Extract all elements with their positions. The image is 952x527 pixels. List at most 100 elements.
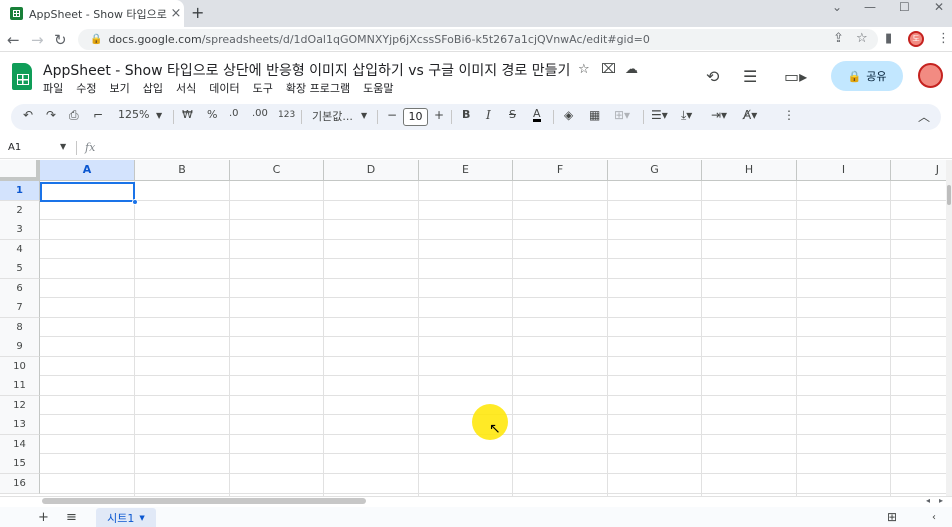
decrease-font-size-button[interactable]: − bbox=[387, 108, 397, 122]
star-icon[interactable]: ☆ bbox=[578, 62, 590, 77]
column-header[interactable]: H bbox=[702, 160, 797, 181]
column-header[interactable]: C bbox=[230, 160, 324, 181]
column-header[interactable]: B bbox=[135, 160, 230, 181]
move-folder-icon[interactable]: ⌧ bbox=[601, 62, 616, 77]
row-header[interactable]: 6 bbox=[0, 279, 40, 299]
row-header[interactable]: 7 bbox=[0, 298, 40, 318]
bookmark-star-icon[interactable]: ☆ bbox=[856, 31, 868, 46]
add-sheet-button[interactable]: + bbox=[38, 510, 49, 525]
new-tab-button[interactable]: + bbox=[191, 3, 204, 22]
collapse-menu-icon[interactable]: ︿ bbox=[918, 108, 930, 125]
menu-tools[interactable]: 도구 bbox=[253, 80, 273, 96]
browser-menu-icon[interactable]: ⋮ bbox=[937, 31, 950, 46]
menu-edit[interactable]: 수정 bbox=[76, 80, 96, 96]
row-header[interactable]: 2 bbox=[0, 201, 40, 221]
vertical-scrollbar[interactable] bbox=[946, 160, 952, 496]
forward-arrow-icon[interactable]: → bbox=[31, 31, 44, 49]
vertical-align-icon[interactable]: ⤓▾ bbox=[681, 108, 692, 123]
decrease-decimal-button[interactable]: .0 bbox=[229, 108, 239, 119]
currency-format-button[interactable]: ₩ bbox=[182, 108, 193, 121]
row-header[interactable]: 1 bbox=[0, 181, 40, 201]
text-rotation-icon[interactable]: A̸▾ bbox=[743, 108, 757, 122]
collapse-side-icon[interactable]: ‹ bbox=[932, 512, 936, 523]
column-header[interactable]: E bbox=[419, 160, 513, 181]
comments-icon[interactable]: ☰ bbox=[743, 67, 757, 86]
version-history-icon[interactable]: ⟲ bbox=[706, 67, 719, 86]
more-options-icon[interactable]: ⋮ bbox=[783, 108, 795, 122]
bold-button[interactable]: B bbox=[462, 108, 470, 121]
paint-format-icon[interactable]: ⌐ bbox=[93, 108, 103, 122]
row-header[interactable]: 8 bbox=[0, 318, 40, 338]
undo-icon[interactable]: ↶ bbox=[23, 108, 33, 122]
menu-extensions[interactable]: 확장 프로그램 bbox=[286, 80, 350, 96]
vertical-scroll-thumb[interactable] bbox=[947, 185, 951, 205]
maximize-button[interactable]: ☐ bbox=[899, 0, 910, 14]
tab-close-icon[interactable]: × bbox=[168, 6, 184, 21]
row-header[interactable]: 10 bbox=[0, 357, 40, 377]
row-header[interactable]: 3 bbox=[0, 220, 40, 240]
column-header[interactable]: G bbox=[608, 160, 702, 181]
row-header[interactable]: 5 bbox=[0, 259, 40, 279]
sheets-logo[interactable] bbox=[12, 63, 32, 90]
fill-color-icon[interactable]: ◈ bbox=[564, 108, 573, 122]
scroll-left-icon[interactable]: ◂ bbox=[926, 496, 930, 505]
address-bar[interactable]: 🔒 docs.google.com /spreadsheets/d/1dOal1… bbox=[78, 29, 878, 50]
chevron-down-icon[interactable]: ▼ bbox=[139, 514, 144, 522]
row-header[interactable]: 11 bbox=[0, 376, 40, 396]
menu-help[interactable]: 도움말 bbox=[363, 80, 393, 96]
document-title[interactable]: AppSheet - Show 타입으로 상단에 반응형 이미지 삽입하기 vs… bbox=[43, 60, 570, 80]
explore-icon[interactable]: ⊞ bbox=[887, 510, 897, 524]
menu-format[interactable]: 서식 bbox=[176, 80, 196, 96]
column-header[interactable]: A bbox=[40, 160, 135, 181]
row-header[interactable]: 12 bbox=[0, 396, 40, 416]
row-header[interactable]: 16 bbox=[0, 474, 40, 494]
column-header[interactable]: D bbox=[324, 160, 419, 181]
font-size-input[interactable]: 10 bbox=[403, 108, 428, 126]
text-wrapping-icon[interactable]: ⇥▾ bbox=[711, 108, 727, 122]
chevron-down-icon[interactable]: ▼ bbox=[60, 142, 66, 151]
selected-cell-a1[interactable] bbox=[40, 182, 135, 202]
menu-data[interactable]: 데이터 bbox=[209, 80, 239, 96]
all-sheets-button[interactable]: ≡ bbox=[66, 510, 77, 525]
row-header[interactable]: 14 bbox=[0, 435, 40, 455]
select-all-corner[interactable] bbox=[0, 160, 40, 181]
fill-handle[interactable] bbox=[132, 199, 138, 205]
print-icon[interactable]: ⎙ bbox=[69, 108, 79, 123]
percent-format-button[interactable]: % bbox=[207, 108, 217, 121]
close-window-button[interactable]: ✕ bbox=[934, 0, 944, 14]
account-avatar[interactable] bbox=[918, 63, 943, 88]
column-header[interactable]: I bbox=[797, 160, 891, 181]
back-arrow-icon[interactable]: ← bbox=[7, 31, 20, 49]
borders-icon[interactable]: ▦ bbox=[589, 108, 600, 122]
row-header[interactable]: 9 bbox=[0, 337, 40, 357]
zoom-select[interactable]: 125% bbox=[118, 108, 149, 121]
horizontal-scroll-thumb[interactable] bbox=[42, 498, 366, 504]
tab-search-icon[interactable]: ⌄ bbox=[832, 0, 842, 14]
redo-icon[interactable]: ↷ bbox=[46, 108, 56, 122]
minimize-button[interactable]: — bbox=[864, 0, 876, 14]
share-button[interactable]: 🔒 공유 bbox=[831, 61, 903, 91]
row-header[interactable]: 13 bbox=[0, 415, 40, 435]
column-header[interactable]: F bbox=[513, 160, 608, 181]
strikethrough-button[interactable]: S bbox=[509, 108, 516, 121]
reload-icon[interactable]: ↻ bbox=[54, 31, 67, 49]
spreadsheet-grid[interactable]: A B C D E F G H I J 1 2 3 4 5 6 7 8 9 10… bbox=[0, 160, 952, 496]
name-box[interactable]: A1 bbox=[8, 142, 21, 153]
share-page-icon[interactable]: ⇪ bbox=[833, 31, 844, 46]
row-header[interactable]: 15 bbox=[0, 454, 40, 474]
row-header[interactable]: 4 bbox=[0, 240, 40, 260]
text-color-button[interactable]: A bbox=[533, 108, 541, 122]
merge-cells-icon[interactable]: ⊞▾ bbox=[614, 108, 630, 122]
increase-decimal-button[interactable]: .00 bbox=[252, 108, 268, 119]
italic-button[interactable]: I bbox=[486, 108, 491, 122]
browser-profile-avatar[interactable]: 도 bbox=[908, 31, 924, 47]
menu-file[interactable]: 파일 bbox=[43, 80, 63, 96]
meet-video-icon[interactable]: ▭▸ bbox=[784, 67, 807, 86]
horizontal-align-icon[interactable]: ☰▾ bbox=[651, 108, 668, 122]
menu-insert[interactable]: 삽입 bbox=[143, 80, 163, 96]
scroll-right-icon[interactable]: ▸ bbox=[939, 496, 943, 505]
sheet-tab[interactable]: 시트1 ▼ bbox=[96, 508, 156, 527]
number-format-button[interactable]: 123 bbox=[278, 110, 295, 120]
font-select[interactable]: 기본값... bbox=[312, 108, 353, 124]
side-panel-icon[interactable]: ▮ bbox=[885, 31, 892, 46]
